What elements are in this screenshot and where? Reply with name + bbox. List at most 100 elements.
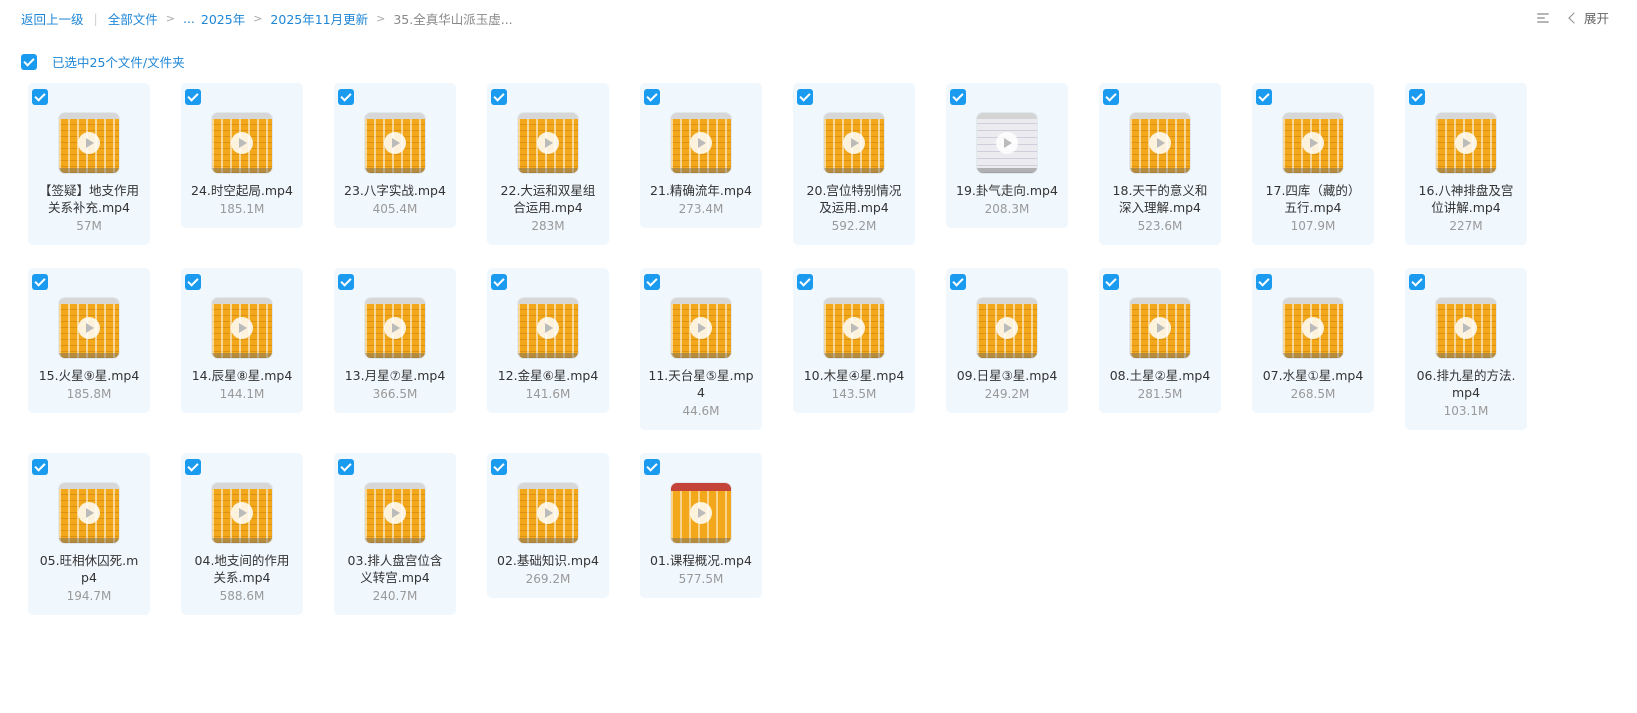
file-card[interactable]: 11.天台星⑤星.mp4 44.6M (640, 268, 762, 430)
file-checkbox[interactable] (797, 89, 813, 105)
file-card[interactable]: 18.天干的意义和深入理解.mp4 523.6M (1099, 83, 1221, 245)
video-thumbnail[interactable] (1436, 298, 1496, 358)
file-checkbox[interactable] (185, 459, 201, 475)
file-name[interactable]: 05.旺相休囚死.mp4 (28, 552, 150, 586)
file-card[interactable]: 15.火星⑨星.mp4 185.8M (28, 268, 150, 413)
select-all-checkbox[interactable] (21, 53, 37, 70)
file-name[interactable]: 16.八神排盘及宫位讲解.mp4 (1405, 182, 1527, 216)
file-name[interactable]: 06.排九星的方法.mp4 (1405, 367, 1527, 401)
video-thumbnail[interactable] (824, 113, 884, 173)
video-thumbnail[interactable] (518, 483, 578, 543)
video-thumbnail[interactable] (365, 298, 425, 358)
file-checkbox[interactable] (491, 274, 507, 290)
video-thumbnail[interactable] (1436, 113, 1496, 173)
file-card[interactable]: 01.课程概况.mp4 577.5M (640, 453, 762, 598)
file-card[interactable]: 04.地支间的作用关系.mp4 588.6M (181, 453, 303, 615)
video-thumbnail[interactable] (59, 298, 119, 358)
file-checkbox[interactable] (338, 274, 354, 290)
file-name[interactable]: 03.排人盘宫位含义转宫.mp4 (334, 552, 456, 586)
video-thumbnail[interactable] (671, 113, 731, 173)
video-thumbnail[interactable] (1130, 113, 1190, 173)
file-checkbox[interactable] (185, 274, 201, 290)
video-thumbnail[interactable] (824, 298, 884, 358)
file-name[interactable]: 11.天台星⑤星.mp4 (640, 367, 762, 401)
file-name[interactable]: 10.木星④星.mp4 (793, 367, 915, 384)
file-card[interactable]: 12.金星⑥星.mp4 141.6M (487, 268, 609, 413)
video-thumbnail[interactable] (212, 298, 272, 358)
back-link[interactable]: 返回上一级 (21, 9, 84, 28)
video-thumbnail[interactable] (59, 113, 119, 173)
file-card[interactable]: 08.土星②星.mp4 281.5M (1099, 268, 1221, 413)
file-card[interactable]: 19.卦气走向.mp4 208.3M (946, 83, 1068, 228)
video-thumbnail[interactable] (212, 113, 272, 173)
file-name[interactable]: 19.卦气走向.mp4 (946, 182, 1068, 199)
breadcrumb-all-files[interactable]: 全部文件 (108, 9, 158, 28)
file-checkbox[interactable] (1409, 89, 1425, 105)
video-thumbnail[interactable] (212, 483, 272, 543)
file-card[interactable]: 06.排九星的方法.mp4 103.1M (1405, 268, 1527, 430)
file-name[interactable]: 23.八字实战.mp4 (334, 182, 456, 199)
file-checkbox[interactable] (32, 274, 48, 290)
file-checkbox[interactable] (1409, 274, 1425, 290)
file-card[interactable]: 14.辰星⑧星.mp4 144.1M (181, 268, 303, 413)
file-name[interactable]: 01.课程概况.mp4 (640, 552, 762, 569)
file-checkbox[interactable] (644, 459, 660, 475)
file-card[interactable]: 09.日星③星.mp4 249.2M (946, 268, 1068, 413)
file-name[interactable]: 13.月星⑦星.mp4 (334, 367, 456, 384)
file-checkbox[interactable] (1256, 274, 1272, 290)
file-name[interactable]: 09.日星③星.mp4 (946, 367, 1068, 384)
file-card[interactable]: 10.木星④星.mp4 143.5M (793, 268, 915, 413)
file-card[interactable]: 16.八神排盘及宫位讲解.mp4 227M (1405, 83, 1527, 245)
breadcrumb-2025-11[interactable]: 2025年11月更新 (270, 9, 368, 28)
video-thumbnail[interactable] (1283, 298, 1343, 358)
video-thumbnail[interactable] (1283, 113, 1343, 173)
file-checkbox[interactable] (338, 459, 354, 475)
file-card[interactable]: 【签疑】地支作用关系补充.mp4 57M (28, 83, 150, 245)
expand-button[interactable]: 展开 (1566, 8, 1609, 27)
file-name[interactable]: 04.地支间的作用关系.mp4 (181, 552, 303, 586)
file-card[interactable]: 21.精确流年.mp4 273.4M (640, 83, 762, 228)
file-name[interactable]: 07.水星①星.mp4 (1252, 367, 1374, 384)
video-thumbnail[interactable] (977, 113, 1037, 173)
file-checkbox[interactable] (644, 274, 660, 290)
file-card[interactable]: 05.旺相休囚死.mp4 194.7M (28, 453, 150, 615)
file-card[interactable]: 22.大运和双星组合运用.mp4 283M (487, 83, 609, 245)
file-checkbox[interactable] (32, 459, 48, 475)
file-card[interactable]: 13.月星⑦星.mp4 366.5M (334, 268, 456, 413)
breadcrumb-2025[interactable]: 2025年 (201, 9, 245, 28)
video-thumbnail[interactable] (518, 113, 578, 173)
video-thumbnail[interactable] (59, 483, 119, 543)
file-card[interactable]: 02.基础知识.mp4 269.2M (487, 453, 609, 598)
file-name[interactable]: 22.大运和双星组合运用.mp4 (487, 182, 609, 216)
file-checkbox[interactable] (950, 274, 966, 290)
video-thumbnail[interactable] (365, 113, 425, 173)
file-checkbox[interactable] (1103, 89, 1119, 105)
file-name[interactable]: 24.时空起局.mp4 (181, 182, 303, 199)
file-checkbox[interactable] (1256, 89, 1272, 105)
file-checkbox[interactable] (644, 89, 660, 105)
file-name[interactable]: 15.火星⑨星.mp4 (28, 367, 150, 384)
video-thumbnail[interactable] (671, 483, 731, 543)
file-checkbox[interactable] (491, 459, 507, 475)
file-checkbox[interactable] (491, 89, 507, 105)
video-thumbnail[interactable] (518, 298, 578, 358)
file-checkbox[interactable] (185, 89, 201, 105)
file-card[interactable]: 17.四库（藏的）五行.mp4 107.9M (1252, 83, 1374, 245)
video-thumbnail[interactable] (365, 483, 425, 543)
file-card[interactable]: 07.水星①星.mp4 268.5M (1252, 268, 1374, 413)
file-card[interactable]: 24.时空起局.mp4 185.1M (181, 83, 303, 228)
file-name[interactable]: 02.基础知识.mp4 (487, 552, 609, 569)
file-checkbox[interactable] (338, 89, 354, 105)
video-thumbnail[interactable] (1130, 298, 1190, 358)
file-checkbox[interactable] (950, 89, 966, 105)
file-name[interactable]: 08.土星②星.mp4 (1099, 367, 1221, 384)
file-checkbox[interactable] (797, 274, 813, 290)
video-thumbnail[interactable] (977, 298, 1037, 358)
video-thumbnail[interactable] (671, 298, 731, 358)
file-name[interactable]: 12.金星⑥星.mp4 (487, 367, 609, 384)
file-name[interactable]: 17.四库（藏的）五行.mp4 (1252, 182, 1374, 216)
file-card[interactable]: 03.排人盘宫位含义转宫.mp4 240.7M (334, 453, 456, 615)
list-view-icon[interactable] (1536, 11, 1552, 25)
breadcrumb-ellipsis[interactable]: ... (183, 11, 195, 26)
file-card[interactable]: 23.八字实战.mp4 405.4M (334, 83, 456, 228)
